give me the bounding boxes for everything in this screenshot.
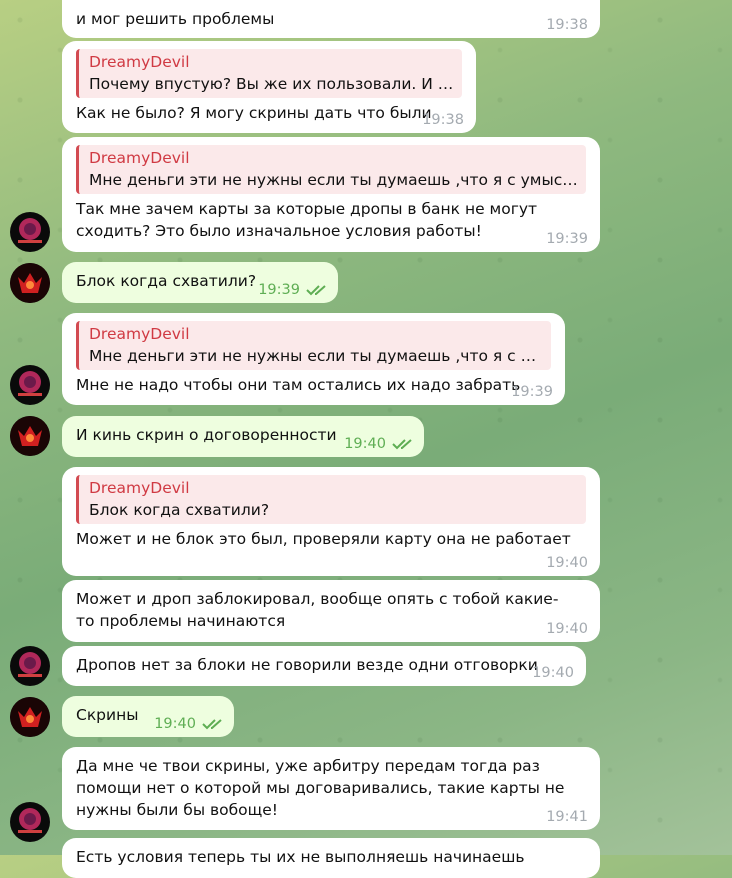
message-time: 19:39	[511, 384, 553, 400]
message-text: Как не было? Я могу скрины дать что были	[76, 104, 432, 122]
message-time: 19:40	[344, 436, 414, 452]
message-text: Дропов нет за блоки не говорили везде од…	[76, 656, 538, 674]
avatar[interactable]	[10, 416, 50, 456]
double-check-icon	[392, 439, 412, 450]
reply-quote[interactable]: DreamyDevil Почему впустую? Вы же их пол…	[76, 49, 462, 98]
quote-text: Мне деньги эти не нужны если ты думаешь …	[89, 347, 543, 365]
reply-quote[interactable]: DreamyDevil Мне деньги эти не нужны если…	[76, 145, 586, 194]
message-bubble[interactable]: и мог решить проблемы 19:38	[62, 0, 600, 38]
message-time: 19:40	[546, 555, 588, 571]
message-time: 19:38	[546, 17, 588, 33]
message-text: и мог решить проблемы	[76, 10, 275, 28]
message-bubble[interactable]: DreamyDevil Мне деньги эти не нужны если…	[62, 313, 565, 405]
quote-author: DreamyDevil	[89, 149, 190, 167]
message-time: 19:39	[546, 231, 588, 247]
avatar[interactable]	[10, 365, 50, 405]
message-text: Есть условия теперь ты их не выполняешь …	[76, 848, 525, 866]
message-text: Может и дроп заблокировал, вообще опять …	[76, 590, 559, 630]
reply-quote[interactable]: DreamyDevil Блок когда схватили?	[76, 475, 586, 524]
message-time: 19:41	[546, 809, 588, 825]
message-bubble-outgoing[interactable]: Блок когда схватили? 19:39	[62, 262, 338, 303]
message-bubble[interactable]: DreamyDevil Мне деньги эти не нужны если…	[62, 137, 600, 252]
message-time: 19:40	[154, 716, 224, 732]
quote-author: DreamyDevil	[89, 479, 190, 497]
message-time: 19:40	[532, 665, 574, 681]
quote-text: Блок когда схватили?	[89, 501, 270, 519]
message-bubble[interactable]: DreamyDevil Блок когда схватили? Может и…	[62, 467, 600, 576]
message-bubble[interactable]: DreamyDevil Почему впустую? Вы же их пол…	[62, 41, 476, 133]
message-text: Да мне че твои скрины, уже арбитру перед…	[76, 757, 565, 819]
double-check-icon	[306, 285, 326, 296]
message-bubble[interactable]: Да мне че твои скрины, уже арбитру перед…	[62, 747, 600, 830]
message-text: Так мне зачем карты за которые дропы в б…	[76, 200, 538, 240]
message-bubble-outgoing[interactable]: Скрины 19:40	[62, 696, 234, 737]
avatar[interactable]	[10, 646, 50, 686]
message-bubble-outgoing[interactable]: И кинь скрин о договоренности 19:40	[62, 416, 424, 457]
reply-quote[interactable]: DreamyDevil Мне деньги эти не нужны если…	[76, 321, 551, 370]
quote-text: Почему впустую? Вы же их пользовали. И у…	[89, 75, 454, 93]
quote-text: Мне деньги эти не нужны если ты думаешь …	[89, 171, 578, 189]
message-time: 19:39	[258, 282, 328, 298]
message-text: Мне не надо чтобы они там остались их на…	[76, 376, 521, 394]
message-time: 19:40	[546, 621, 588, 637]
message-bubble[interactable]: Есть условия теперь ты их не выполняешь …	[62, 838, 600, 878]
avatar[interactable]	[10, 802, 50, 842]
quote-author: DreamyDevil	[89, 325, 190, 343]
message-text: Может и не блок это был, проверяли карту…	[76, 530, 571, 548]
avatar[interactable]	[10, 697, 50, 737]
message-bubble[interactable]: Может и дроп заблокировал, вообще опять …	[62, 580, 600, 642]
avatar[interactable]	[10, 212, 50, 252]
quote-author: DreamyDevil	[89, 53, 190, 71]
message-bubble[interactable]: Дропов нет за блоки не говорили везде од…	[62, 646, 586, 686]
double-check-icon	[202, 719, 222, 730]
message-time: 19:38	[422, 112, 464, 128]
avatar[interactable]	[10, 263, 50, 303]
